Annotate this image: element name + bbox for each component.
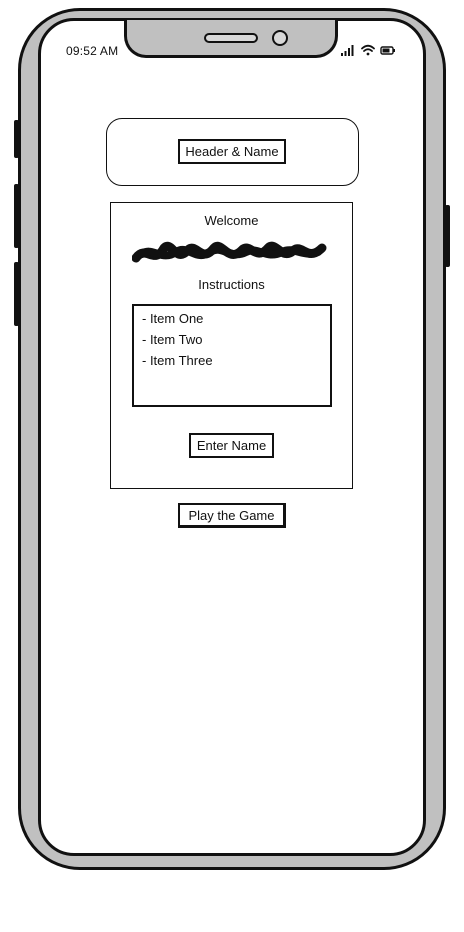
battery-icon bbox=[380, 46, 395, 55]
signal-icon bbox=[341, 45, 354, 56]
welcome-heading: Welcome bbox=[204, 213, 259, 228]
enter-name-button[interactable]: Enter Name bbox=[189, 433, 274, 458]
camera-icon bbox=[272, 30, 288, 46]
volume-down-button bbox=[14, 262, 19, 326]
status-time: 09:52 AM bbox=[66, 44, 119, 58]
wifi-icon bbox=[361, 44, 375, 56]
instructions-list: - Item One - Item Two - Item Three bbox=[132, 304, 332, 407]
play-game-button[interactable]: Play the Game bbox=[178, 503, 286, 528]
list-item: - Item Three bbox=[142, 353, 213, 368]
name-scribble bbox=[132, 241, 327, 263]
power-button bbox=[445, 205, 450, 267]
status-icons bbox=[338, 42, 398, 58]
volume-up-button bbox=[14, 184, 19, 248]
list-item: - Item Two bbox=[142, 332, 203, 347]
silent-switch bbox=[14, 120, 19, 158]
header-name-label: Header & Name bbox=[178, 139, 286, 164]
speaker-icon bbox=[204, 33, 258, 43]
list-item: - Item One bbox=[142, 311, 204, 326]
instructions-heading: Instructions bbox=[198, 277, 265, 292]
